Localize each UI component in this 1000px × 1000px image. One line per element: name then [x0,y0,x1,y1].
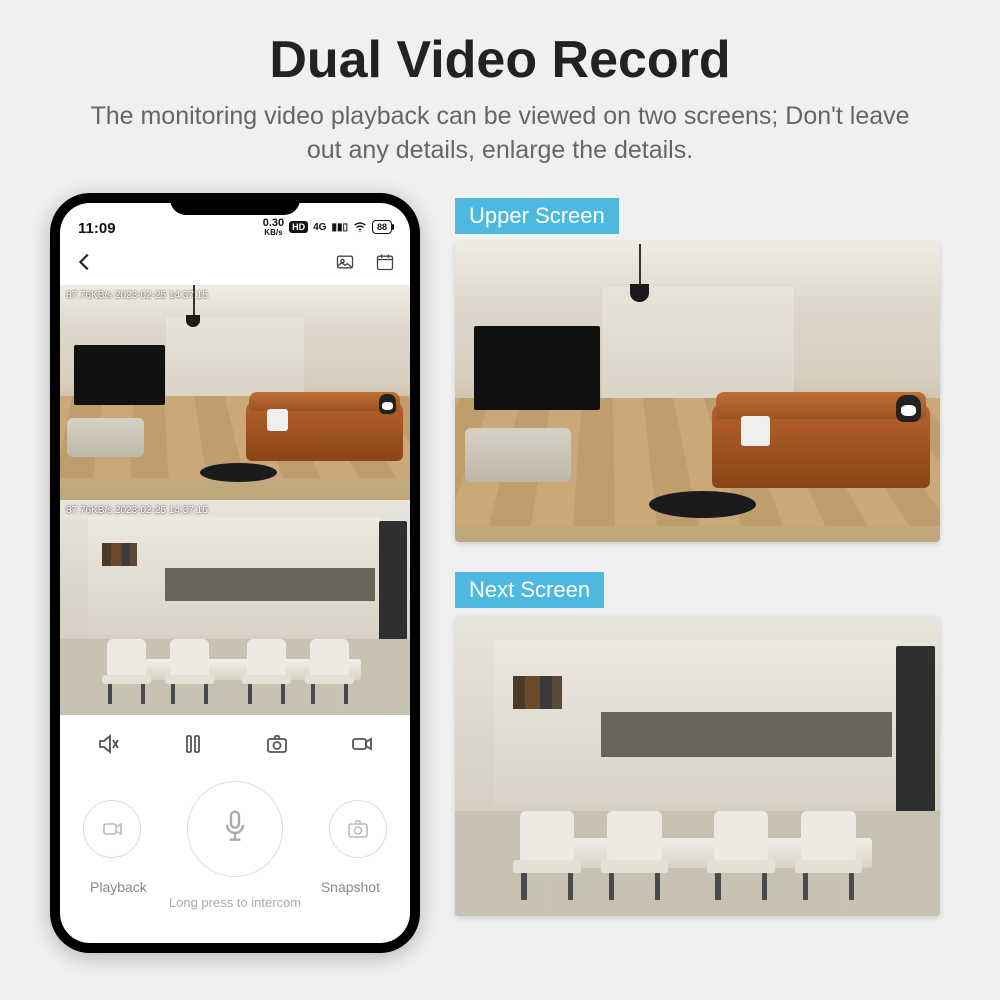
snapshot-icon [346,817,370,841]
next-screen-callout: Next Screen [455,572,604,608]
feed-upper-overlay: 87.76KB/s 2023-02-25 14:37:15 [66,290,208,301]
back-chevron-icon[interactable] [74,251,96,273]
feed-lower-overlay: 87.76KB/s 2023-02-25 14:37:15 [66,505,208,516]
battery-icon: 88 [372,220,392,234]
signal-icon: ▮▮▯ [331,222,348,233]
page-subtitle: The monitoring video playback can be vie… [70,100,930,168]
intercom-button[interactable] [187,781,283,877]
hd-badge: HD [289,221,308,233]
video-feed-lower[interactable]: 87.76KB/s 2023-02-25 14:37:15 [60,500,410,715]
status-right: 0.30 KB/s HD 4G ▮▮▯ 88 [263,218,392,237]
playback-label: Playback [90,879,147,895]
kbps-value: 0.30 [263,218,284,229]
intercom-label: Long press to intercom [60,895,410,910]
video-feed-upper[interactable]: 87.76KB/s 2023-02-25 14:37:15 [60,285,410,500]
phone-notch [170,193,300,215]
page-title: Dual Video Record [50,30,950,90]
upper-screen-callout: Upper Screen [455,198,619,234]
pause-icon[interactable] [180,732,206,756]
snapshot-button[interactable] [329,800,387,858]
camera-icon[interactable] [264,732,290,756]
app-header [60,239,410,285]
network-label: 4G [313,222,326,233]
wifi-icon [353,220,367,234]
status-kbps: 0.30 KB/s [263,218,284,237]
next-screen-image [455,616,940,916]
microphone-icon [218,809,252,849]
playback-button[interactable] [83,800,141,858]
status-time: 11:09 [78,220,116,237]
controls-row [60,715,410,773]
record-icon[interactable] [349,732,375,756]
playback-icon [100,817,124,841]
next-screen-block: Next Screen [455,572,950,916]
upper-screen-image [455,242,940,542]
mute-icon[interactable] [95,732,121,756]
calendar-icon[interactable] [374,252,396,272]
upper-screen-block: Upper Screen [455,198,950,542]
phone-frame: 11:09 0.30 KB/s HD 4G ▮▮▯ 88 [50,193,420,953]
bottom-area: Playback Snapshot Long press to intercom [60,773,410,943]
gallery-icon[interactable] [334,252,356,272]
kbps-unit: KB/s [263,229,284,237]
snapshot-label: Snapshot [321,879,380,895]
phone-screen: 11:09 0.30 KB/s HD 4G ▮▮▯ 88 [60,203,410,943]
